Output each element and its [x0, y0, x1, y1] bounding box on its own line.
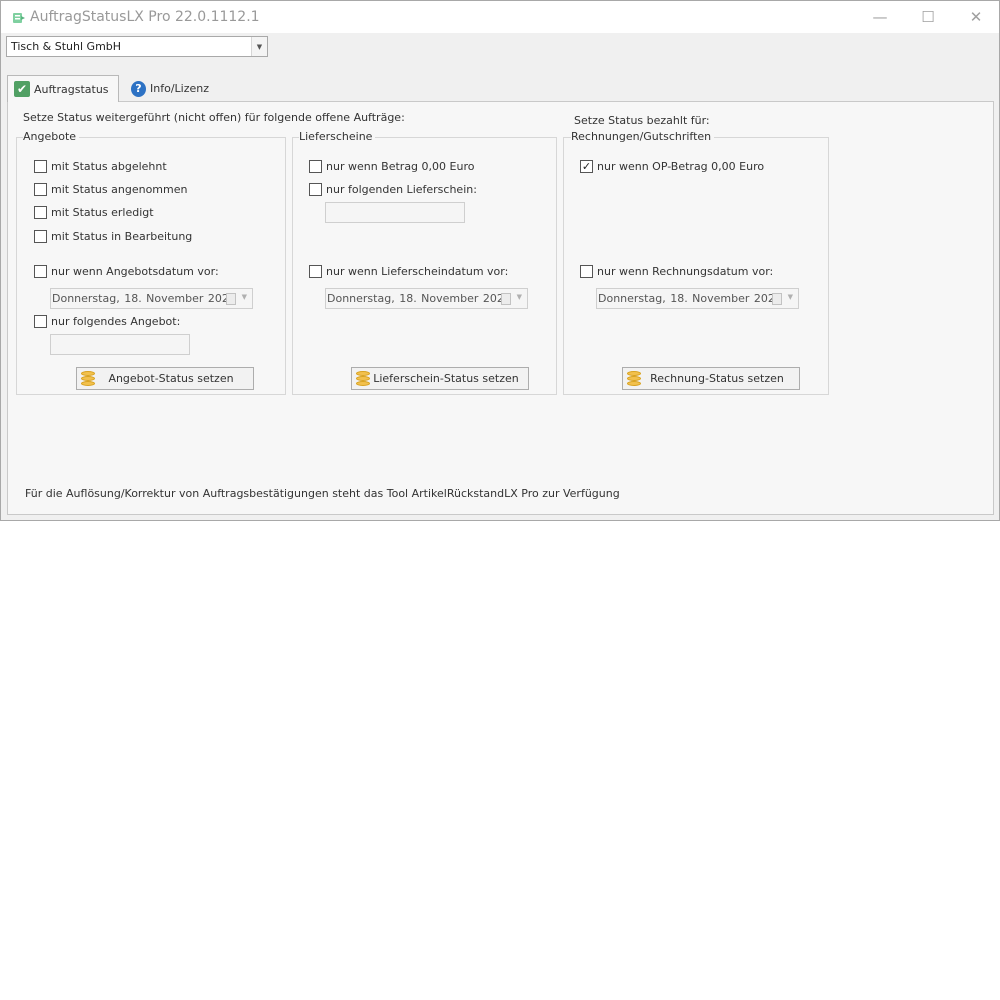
coins-icon: [356, 370, 370, 387]
checkbox-row-in-bearbeitung[interactable]: mit Status in Bearbeitung: [34, 230, 192, 243]
checkbox-rechnungsdatum[interactable]: [580, 265, 593, 278]
intro-paid: Setze Status bezahlt für:: [574, 114, 710, 127]
checkbox-label: nur wenn Lieferscheindatum vor:: [326, 265, 509, 278]
calendar-icon[interactable]: [772, 293, 782, 305]
angebotsdatum-picker[interactable]: Donnerstag, 18. November 2021 ▼: [50, 288, 253, 309]
tab-label: Info/Lizenz: [150, 82, 209, 95]
title-bar: AuftragStatusLX Pro 22.0.1112.1 — ☐ ✕: [1, 1, 999, 33]
checkbox-erledigt[interactable]: [34, 206, 47, 219]
angebot-number-input[interactable]: [50, 334, 190, 355]
close-icon: ✕: [969, 8, 983, 26]
coins-icon: [81, 370, 95, 387]
date-value: Donnerstag, 18. November 2021: [598, 292, 782, 305]
checkbox-label: nur wenn Betrag 0,00 Euro: [326, 160, 475, 173]
close-button[interactable]: ✕: [953, 1, 999, 33]
calendar-icon[interactable]: [501, 293, 511, 305]
checkbox-row-lieferscheindatum[interactable]: nur wenn Lieferscheindatum vor:: [309, 265, 508, 278]
checkbox-folgender-lieferschein[interactable]: [309, 183, 322, 196]
chevron-down-icon[interactable]: ▼: [788, 293, 793, 301]
checkbox-row-angenommen[interactable]: mit Status angenommen: [34, 183, 187, 196]
date-value: Donnerstag, 18. November 2021: [52, 292, 236, 305]
button-label: Lieferschein-Status setzen: [373, 372, 519, 385]
chevron-down-icon[interactable]: ▼: [251, 37, 267, 56]
group-rechnungen-title: Rechnungen/Gutschriften: [571, 130, 715, 143]
checkbox-op-betrag[interactable]: ✓: [580, 160, 593, 173]
checkbox-betrag[interactable]: [309, 160, 322, 173]
app-window: AuftragStatusLX Pro 22.0.1112.1 — ☐ ✕ Ti…: [0, 0, 1000, 521]
checkbox-in-bearbeitung[interactable]: [34, 230, 47, 243]
check-icon: ✔: [14, 81, 30, 97]
chevron-down-icon[interactable]: ▼: [242, 293, 247, 301]
checkbox-row-betrag[interactable]: nur wenn Betrag 0,00 Euro: [309, 160, 474, 173]
checkbox-row-angebotsdatum[interactable]: nur wenn Angebotsdatum vor:: [34, 265, 219, 278]
date-value: Donnerstag, 18. November 2021: [327, 292, 511, 305]
checkbox-abgelehnt[interactable]: [34, 160, 47, 173]
checkbox-label: nur folgenden Lieferschein:: [326, 183, 477, 196]
lieferschein-status-button[interactable]: Lieferschein-Status setzen: [351, 367, 529, 390]
app-logo-icon: [13, 13, 25, 23]
checkbox-label: mit Status in Bearbeitung: [51, 230, 193, 243]
checkbox-row-folgendes-angebot[interactable]: nur folgendes Angebot:: [34, 315, 180, 328]
checkbox-row-op-betrag[interactable]: ✓ nur wenn OP-Betrag 0,00 Euro: [580, 160, 764, 173]
checkbox-label: nur wenn Angebotsdatum vor:: [51, 265, 219, 278]
angebot-status-button[interactable]: Angebot-Status setzen: [76, 367, 254, 390]
checkbox-lieferscheindatum[interactable]: [309, 265, 322, 278]
company-select-value: Tisch & Stuhl GmbH: [11, 40, 122, 53]
checkbox-row-abgelehnt[interactable]: mit Status abgelehnt: [34, 160, 167, 173]
checkbox-row-rechnungsdatum[interactable]: nur wenn Rechnungsdatum vor:: [580, 265, 773, 278]
checkbox-label: mit Status erledigt: [51, 206, 154, 219]
group-lieferscheine-title: Lieferscheine: [299, 130, 376, 143]
button-label: Rechnung-Status setzen: [650, 372, 784, 385]
checkbox-label: nur wenn OP-Betrag 0,00 Euro: [597, 160, 765, 173]
lieferscheindatum-picker[interactable]: Donnerstag, 18. November 2021 ▼: [325, 288, 528, 309]
checkbox-label: nur folgendes Angebot:: [51, 315, 181, 328]
minimize-icon: —: [872, 8, 888, 26]
checkbox-angenommen[interactable]: [34, 183, 47, 196]
company-select[interactable]: Tisch & Stuhl GmbH ▼: [6, 36, 268, 57]
window-title: AuftragStatusLX Pro 22.0.1112.1: [30, 9, 260, 25]
footer-note: Für die Auflösung/Korrektur von Auftrags…: [25, 487, 620, 500]
group-angebote-title: Angebote: [23, 130, 80, 143]
checkbox-folgendes-angebot[interactable]: [34, 315, 47, 328]
info-icon: ?: [131, 80, 146, 97]
checkbox-label: mit Status angenommen: [51, 183, 188, 196]
intro-open-orders: Setze Status weitergeführt (nicht offen)…: [23, 111, 405, 124]
chevron-down-icon[interactable]: ▼: [517, 293, 522, 301]
tab-label: Auftragstatus: [34, 82, 109, 96]
checkbox-row-erledigt[interactable]: mit Status erledigt: [34, 206, 154, 219]
rechnung-status-button[interactable]: Rechnung-Status setzen: [622, 367, 800, 390]
calendar-icon[interactable]: [226, 293, 236, 305]
coins-icon: [627, 370, 641, 387]
tab-auftragstatus[interactable]: ✔ Auftragstatus: [7, 75, 119, 102]
minimize-button[interactable]: —: [857, 1, 903, 33]
tab-info-lizenz[interactable]: ? Info/Lizenz: [125, 76, 215, 101]
maximize-button[interactable]: ☐: [905, 1, 951, 33]
checkbox-label: nur wenn Rechnungsdatum vor:: [597, 265, 774, 278]
checkbox-angebotsdatum[interactable]: [34, 265, 47, 278]
checkbox-row-folgender-lieferschein[interactable]: nur folgenden Lieferschein:: [309, 183, 477, 196]
button-label: Angebot-Status setzen: [108, 372, 234, 385]
maximize-icon: ☐: [921, 8, 935, 26]
rechnungsdatum-picker[interactable]: Donnerstag, 18. November 2021 ▼: [596, 288, 799, 309]
lieferschein-number-input[interactable]: [325, 202, 465, 223]
checkbox-label: mit Status abgelehnt: [51, 160, 167, 173]
